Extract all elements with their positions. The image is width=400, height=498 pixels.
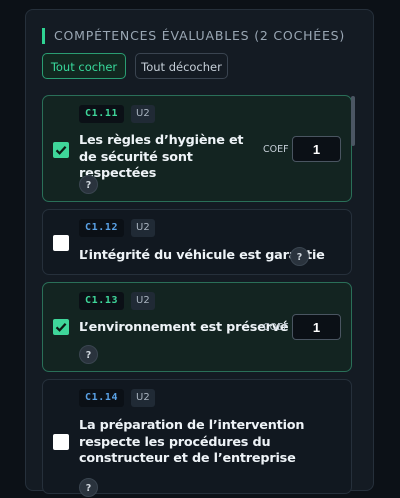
competence-checkbox[interactable] bbox=[53, 319, 69, 335]
competence-card-c1-13[interactable]: C1.13 U2 L’environnement est préservé CO… bbox=[42, 282, 352, 372]
competences-panel: COMPÉTENCES ÉVALUABLES (2 COCHÉES) Tout … bbox=[25, 9, 374, 497]
competence-label: L’intégrité du véhicule est garantie bbox=[79, 248, 325, 263]
help-icon[interactable]: ? bbox=[79, 175, 98, 194]
section-title: COMPÉTENCES ÉVALUABLES (2 COCHÉES) bbox=[42, 28, 345, 44]
help-icon[interactable]: ? bbox=[79, 345, 98, 364]
unit-badge: U2 bbox=[131, 219, 155, 237]
competence-label: Les règles d’hygiène et de sécurité sont… bbox=[79, 133, 244, 181]
unit-badge: U2 bbox=[131, 292, 155, 310]
competence-card-c1-12[interactable]: C1.12 U2 L’intégrité du véhicule est gar… bbox=[42, 209, 352, 275]
competence-code: C1.13 bbox=[79, 292, 125, 310]
competence-label: L’environnement est préservé bbox=[79, 320, 289, 335]
coef-label: COEF bbox=[263, 144, 289, 155]
scrollbar[interactable] bbox=[351, 96, 355, 146]
checkmark-icon bbox=[55, 322, 67, 332]
coef-input[interactable] bbox=[292, 314, 341, 340]
competence-code: C1.12 bbox=[79, 219, 125, 237]
help-icon[interactable]: ? bbox=[290, 247, 309, 266]
help-icon[interactable]: ? bbox=[79, 478, 98, 497]
coef-input[interactable] bbox=[292, 136, 341, 162]
competence-code: C1.11 bbox=[79, 105, 125, 123]
unit-badge: U2 bbox=[131, 389, 155, 407]
competence-label: La préparation de l’intervention respect… bbox=[79, 418, 305, 466]
competence-card-c1-11[interactable]: C1.11 U2 Les règles d’hygiène et de sécu… bbox=[42, 95, 352, 202]
unit-badge: U2 bbox=[131, 105, 155, 123]
competence-checkbox[interactable] bbox=[53, 434, 69, 450]
competence-code: C1.14 bbox=[79, 389, 125, 407]
competence-checkbox[interactable] bbox=[53, 235, 69, 251]
uncheck-all-button[interactable]: Tout décocher bbox=[135, 53, 228, 79]
competence-checkbox[interactable] bbox=[53, 142, 69, 158]
coef-label: COEF bbox=[263, 322, 289, 333]
check-all-button[interactable]: Tout cocher bbox=[42, 53, 126, 79]
checkmark-icon bbox=[55, 145, 67, 155]
